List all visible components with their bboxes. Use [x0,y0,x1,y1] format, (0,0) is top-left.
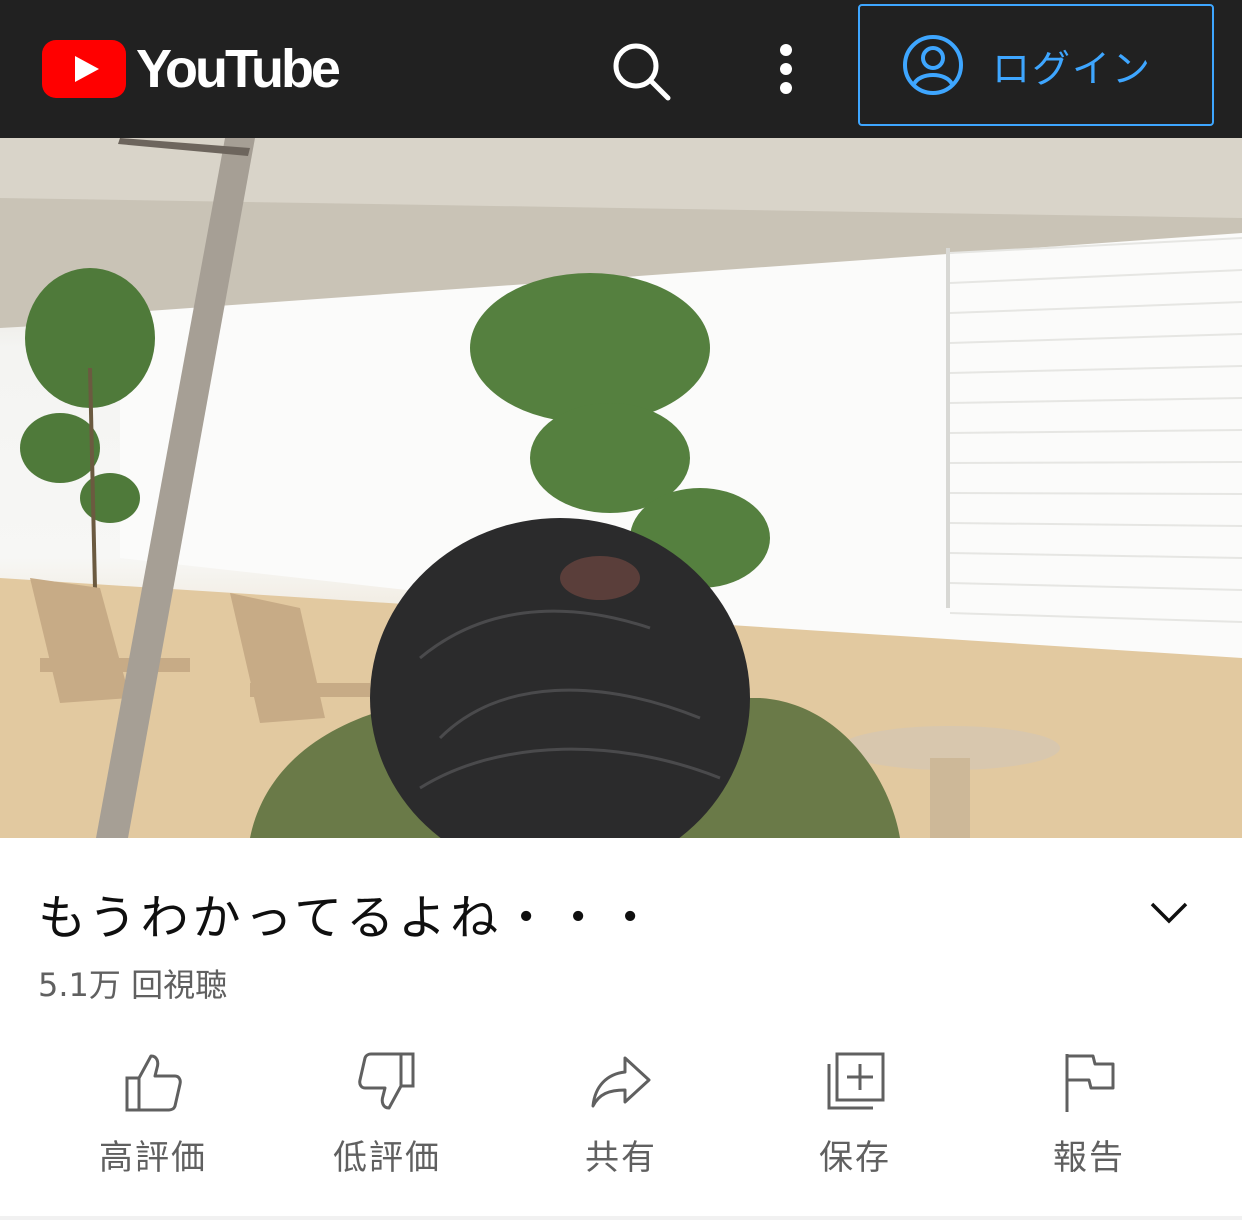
divider [0,1216,1242,1220]
like-label: 高評価 [99,1138,207,1178]
dislike-button[interactable]: 低評価 [287,1050,487,1190]
action-bar: 高評価 低評価 共有 保存 報告 [0,1050,1242,1190]
report-button[interactable]: 報告 [989,1050,1189,1190]
login-button[interactable]: ログイン [858,4,1214,126]
view-count: 5.1万 回視聴 [38,966,228,1004]
video-frame [0,138,1242,838]
search-icon [613,43,671,101]
logo-text: YouTube [136,39,341,99]
report-label: 報告 [1053,1138,1125,1178]
youtube-play-icon [42,40,126,98]
more-vert-icon [780,44,792,94]
share-label: 共有 [585,1138,657,1178]
chevron-down-icon [1150,902,1188,924]
share-icon [591,1056,651,1108]
expand-description-button[interactable] [1146,890,1192,936]
save-label: 保存 [819,1138,891,1178]
thumb-down-icon [358,1052,415,1110]
video-player[interactable] [0,138,1242,838]
top-app-bar: YouTube ログイン [0,0,1242,138]
more-options-button[interactable] [766,36,806,106]
flag-icon [1065,1054,1115,1112]
dislike-label: 低評価 [333,1138,441,1178]
youtube-logo[interactable]: YouTube [42,38,341,100]
save-button[interactable]: 保存 [755,1050,955,1190]
login-label: ログイン [992,46,1153,91]
thumb-up-icon [125,1054,182,1112]
video-title: もうわかってるよね・・・ [38,890,659,946]
share-button[interactable]: 共有 [521,1050,721,1190]
account-circle-icon [903,35,963,95]
like-button[interactable]: 高評価 [53,1050,253,1190]
playlist-add-icon [827,1052,885,1110]
search-button[interactable] [606,36,676,106]
